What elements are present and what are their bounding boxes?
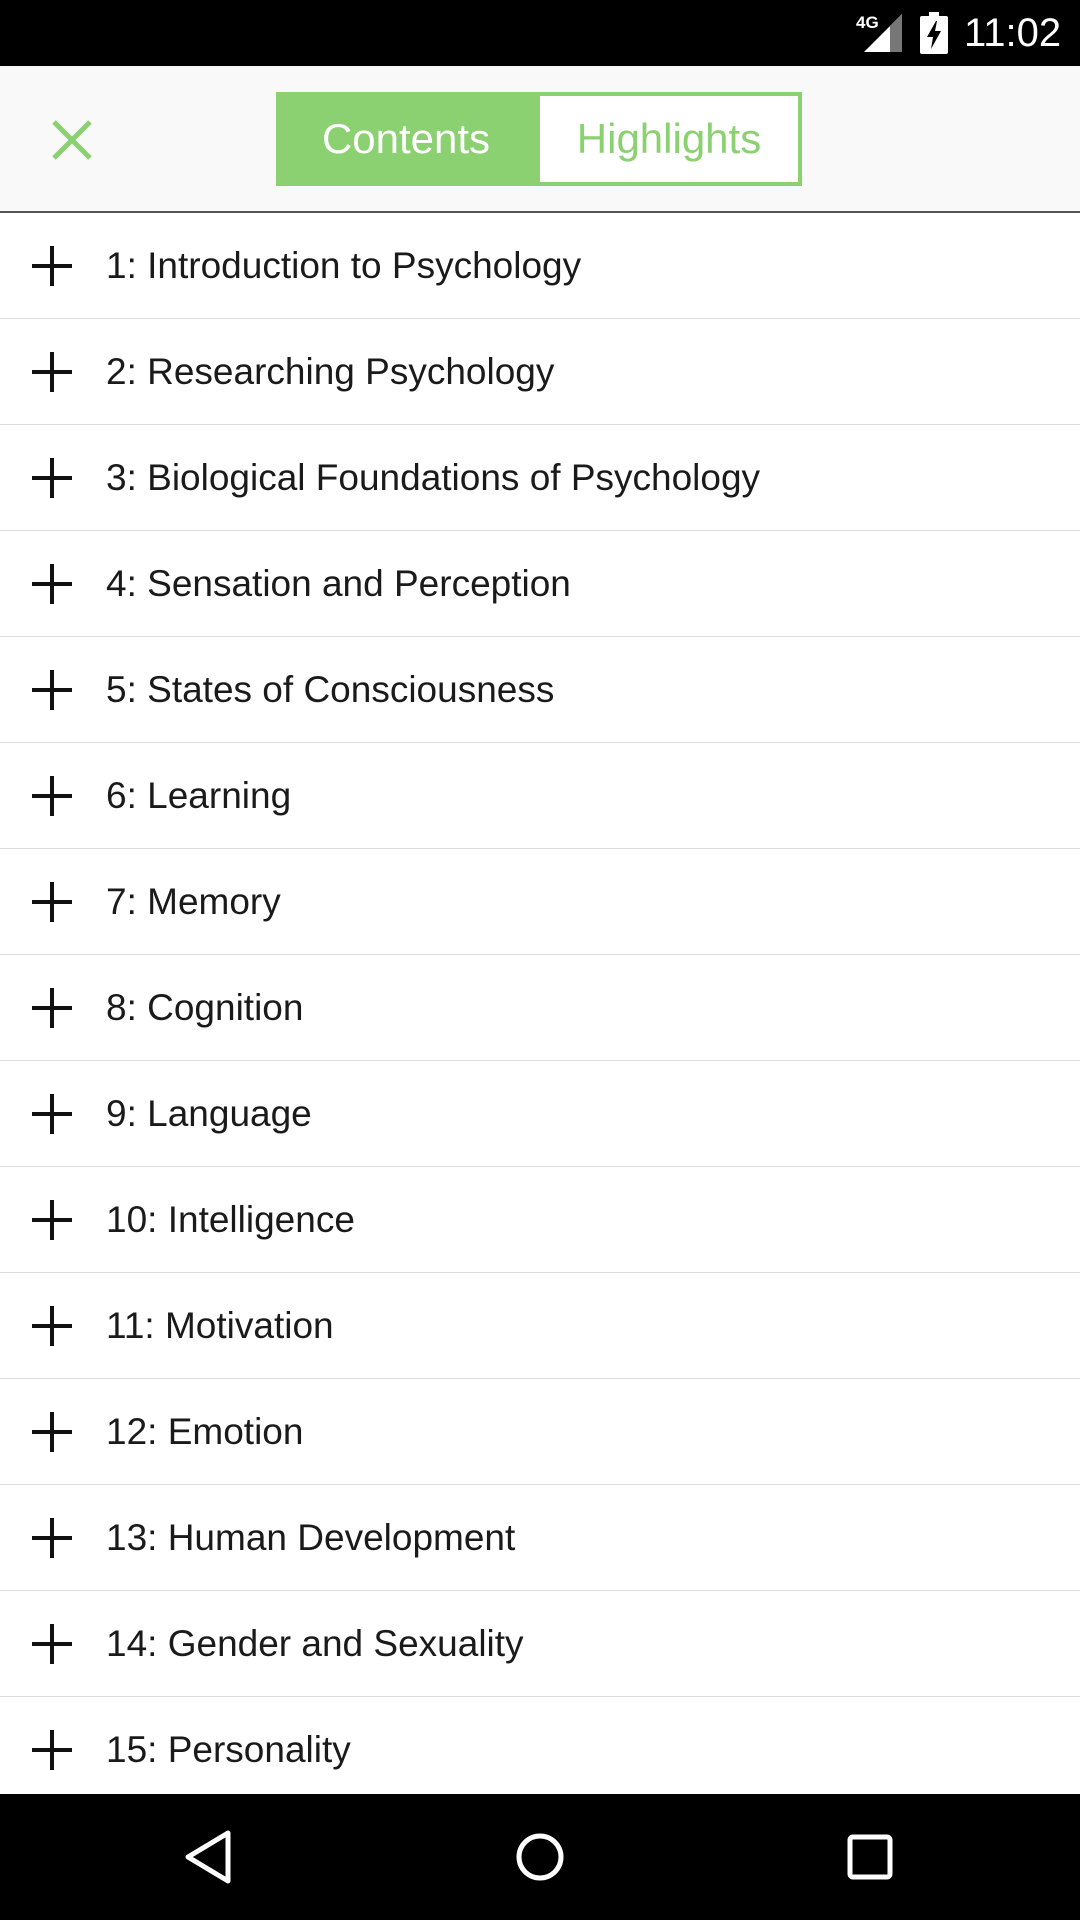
chapter-row[interactable]: 8: Cognition <box>0 955 1080 1061</box>
close-icon <box>52 120 92 160</box>
chapter-row[interactable]: 12: Emotion <box>0 1379 1080 1485</box>
expand-plus-icon[interactable] <box>32 457 72 498</box>
status-bar: 4G 11:02 <box>0 0 1080 66</box>
expand-plus-icon[interactable] <box>32 245 72 286</box>
chapter-title: 2: Researching Psychology <box>106 350 555 392</box>
chapter-title: 13: Human Development <box>106 1516 516 1558</box>
chapter-title: 3: Biological Foundations of Psychology <box>106 456 761 498</box>
back-icon[interactable] <box>180 1827 240 1887</box>
expand-plus-icon[interactable] <box>32 1305 72 1346</box>
recents-icon[interactable] <box>840 1827 900 1887</box>
expand-plus-icon[interactable] <box>32 1199 72 1240</box>
expand-plus-icon[interactable] <box>32 1093 72 1134</box>
chapter-title: 4: Sensation and Perception <box>106 562 571 604</box>
chapter-row[interactable]: 5: States of Consciousness <box>0 637 1080 743</box>
chapter-row[interactable]: 7: Memory <box>0 849 1080 955</box>
chapter-title: 10: Intelligence <box>106 1198 355 1240</box>
expand-plus-icon[interactable] <box>32 881 72 922</box>
chapter-row[interactable]: 4: Sensation and Perception <box>0 531 1080 637</box>
header: Contents Highlights <box>0 66 1080 213</box>
clock: 11:02 <box>964 11 1062 55</box>
expand-plus-icon[interactable] <box>32 563 72 604</box>
chapter-title: 15: Personality <box>106 1728 351 1770</box>
chapter-list: 1: Introduction to Psychology 2: Research… <box>0 213 1080 1794</box>
chapter-row[interactable]: 9: Language <box>0 1061 1080 1167</box>
chapter-row[interactable]: 2: Researching Psychology <box>0 319 1080 425</box>
chapter-title: 6: Learning <box>106 774 292 816</box>
chapter-title: 12: Emotion <box>106 1410 304 1452</box>
battery-charging-icon <box>920 12 948 54</box>
expand-plus-icon[interactable] <box>32 1623 72 1664</box>
tab-highlights[interactable]: Highlights <box>536 92 802 186</box>
chapter-title: 7: Memory <box>106 880 281 922</box>
chapter-title: 1: Introduction to Psychology <box>106 244 582 286</box>
close-button[interactable] <box>34 102 110 178</box>
chapter-row[interactable]: 11: Motivation <box>0 1273 1080 1379</box>
home-icon[interactable] <box>510 1827 570 1887</box>
chapter-title: 9: Language <box>106 1092 312 1134</box>
chapter-row[interactable]: 6: Learning <box>0 743 1080 849</box>
expand-plus-icon[interactable] <box>32 1411 72 1452</box>
expand-plus-icon[interactable] <box>32 987 72 1028</box>
chapter-row[interactable]: 14: Gender and Sexuality <box>0 1591 1080 1697</box>
chapter-row[interactable]: 10: Intelligence <box>0 1167 1080 1273</box>
signal-icon <box>864 14 902 52</box>
chapter-row[interactable]: 1: Introduction to Psychology <box>0 213 1080 319</box>
navigation-bar <box>0 1794 1080 1920</box>
chapter-row[interactable]: 15: Personality <box>0 1697 1080 1794</box>
expand-plus-icon[interactable] <box>32 1729 72 1770</box>
expand-plus-icon[interactable] <box>32 351 72 392</box>
chapter-title: 5: States of Consciousness <box>106 668 555 710</box>
chapter-row[interactable]: 3: Biological Foundations of Psychology <box>0 425 1080 531</box>
chapter-title: 8: Cognition <box>106 986 304 1028</box>
tab-contents[interactable]: Contents <box>276 92 536 186</box>
expand-plus-icon[interactable] <box>32 775 72 816</box>
expand-plus-icon[interactable] <box>32 669 72 710</box>
chapter-row[interactable]: 13: Human Development <box>0 1485 1080 1591</box>
expand-plus-icon[interactable] <box>32 1517 72 1558</box>
tab-switcher: Contents Highlights <box>276 92 802 186</box>
screen: 4G 11:02 Contents Highlights 1: Introduc… <box>0 0 1080 1920</box>
chapter-title: 14: Gender and Sexuality <box>106 1622 524 1664</box>
chapter-title: 11: Motivation <box>106 1304 334 1346</box>
